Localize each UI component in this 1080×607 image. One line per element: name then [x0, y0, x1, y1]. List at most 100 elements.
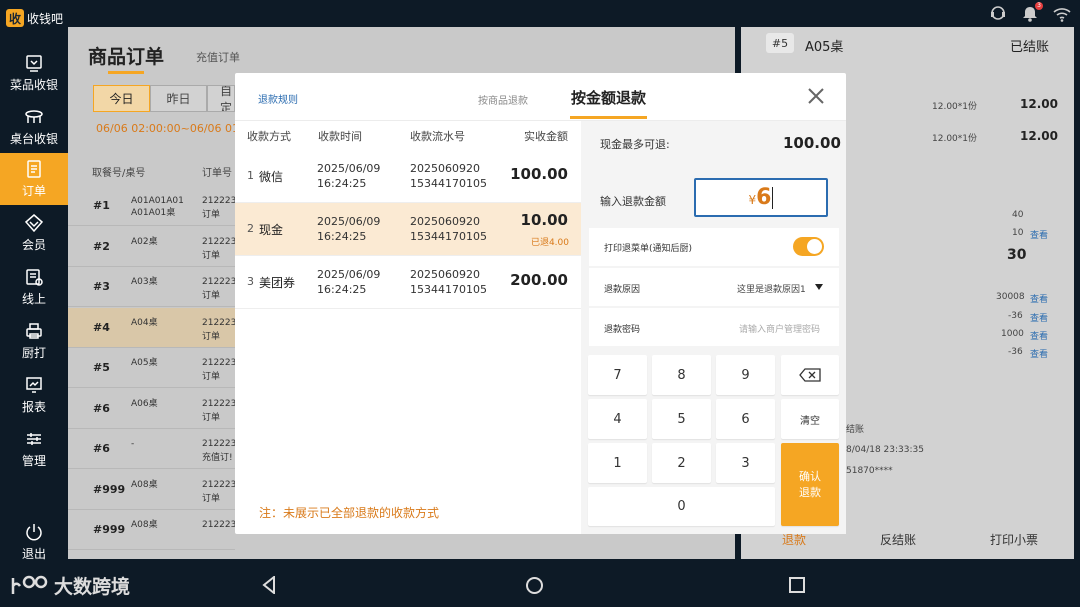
order-row[interactable]: #5 A05桌 212223 订单 [68, 348, 236, 388]
view-link[interactable]: 查看 [1030, 228, 1048, 241]
key-4[interactable]: 4 [588, 399, 647, 439]
sidebar-item-kitchen-print[interactable]: 厨打 [0, 315, 68, 367]
payment-amount: 200.00 [510, 271, 568, 289]
order-row[interactable]: #1 A01A01A01 A01A01桌 212223 订单 [68, 186, 237, 226]
order-id: 212223 订单 [202, 398, 237, 423]
payment-amount: 10.00 [520, 211, 568, 229]
key-0[interactable]: 0 [588, 487, 775, 526]
order-row[interactable]: #2 A02桌 212223 订单 [68, 227, 236, 267]
sidebar-item-online[interactable]: 线上 [0, 261, 68, 313]
view-link[interactable]: 查看 [1030, 347, 1048, 360]
reverse-checkout-button[interactable]: 反结账 [880, 531, 916, 548]
brand-watermark: 大数跨境 [10, 572, 130, 599]
sidebar-item-exit[interactable]: 退出 [0, 516, 68, 568]
payment-row[interactable]: 1 微信 2025/06/09 16:24:25 2025060920 153441… [235, 150, 581, 203]
order-id: 212223 订单 [202, 196, 237, 220]
confirm-refund-button[interactable]: 确认 退款 [781, 443, 839, 526]
order-row[interactable]: #3 A03桌 212223 订单 [68, 267, 236, 307]
recent-apps-icon[interactable] [789, 577, 805, 593]
summary-value: 30008 [996, 292, 1025, 302]
sidebar-label: 菜品收银 [9, 78, 58, 92]
date-range: 06/06 02:00:00~06/06 01 [96, 122, 240, 135]
sidebar-label: 管理 [21, 454, 46, 468]
tab-refund-by-amount[interactable]: 按金额退款 [571, 87, 646, 108]
order-row[interactable]: #999 A08桌 212223 [68, 510, 236, 550]
payment-index: 1 [247, 169, 254, 182]
key-9[interactable]: 9 [716, 355, 775, 395]
order-row[interactable]: #6 - 212223 充值订! [68, 429, 236, 469]
order-row[interactable]: #4 A04桌 212223 订单 [68, 307, 236, 348]
sidebar-label: 退出 [21, 547, 46, 561]
order-table: A03桌 [131, 277, 158, 287]
sidebar-item-member[interactable]: 会员 [0, 207, 68, 259]
member-icon [24, 214, 44, 233]
reason-select[interactable]: 这里是退款原因1 [737, 282, 806, 295]
payment-date: 2025/06/09 [317, 215, 381, 228]
sidebar-item-settings[interactable]: 管理 [0, 423, 68, 475]
assistant-icon[interactable] [988, 4, 1008, 24]
sidebar-label: 厨打 [21, 346, 46, 360]
text-caret [772, 186, 774, 209]
sidebar-label: 会员 [21, 238, 46, 252]
backspace-key[interactable] [781, 355, 839, 395]
key-2[interactable]: 2 [652, 443, 711, 483]
dropdown-arrow-icon[interactable] [815, 284, 823, 290]
order-number: #5 [93, 361, 110, 374]
order-row[interactable]: #999 A08桌 212223 订单 [68, 470, 236, 510]
close-icon[interactable] [806, 86, 826, 106]
payment-row-selected[interactable]: 2 现金 2025/06/09 16:24:25 2025060920 153441… [235, 203, 581, 256]
date-tab-today[interactable]: 今日 [93, 85, 150, 112]
payment-serial: 2025060920 15344170105 [410, 214, 487, 244]
refund-rules-link[interactable]: 退款规则 [258, 91, 298, 106]
payment-row[interactable]: 3 美团券 2025/06/09 16:24:25 2025060920 15344… [235, 256, 581, 309]
tab-refund-by-goods[interactable]: 按商品退款 [478, 92, 528, 107]
tab-recharge-orders[interactable]: 充值订单 [196, 49, 240, 65]
page-title[interactable]: 商品订单 [88, 42, 164, 69]
sidebar-item-report[interactable]: 报表 [0, 369, 68, 421]
clear-key[interactable]: 清空 [781, 399, 839, 439]
view-link[interactable]: 查看 [1030, 311, 1048, 324]
refund-note: 注：未展示已全部退款的收款方式 [259, 506, 440, 520]
key-1[interactable]: 1 [588, 443, 647, 483]
key-7[interactable]: 7 [588, 355, 647, 395]
sidebar-item-cashier[interactable]: 菜品收银 [0, 47, 68, 99]
line-price: 12.00 [1020, 129, 1058, 143]
password-input[interactable]: 请输入商户管理密码 [739, 322, 820, 335]
home-icon[interactable] [526, 577, 543, 594]
summary-total: 30 [1007, 247, 1027, 263]
refund-amount-value: 6 [756, 185, 772, 210]
payment-amount: 100.00 [510, 165, 568, 183]
password-label: 退款密码 [604, 325, 641, 335]
date-tab-yesterday[interactable]: 昨日 [150, 85, 207, 112]
serial-part: 15344170105 [410, 230, 487, 243]
order-table: - [131, 439, 135, 449]
serial-part: 2025060920 [410, 162, 480, 175]
refund-amount-input[interactable]: ¥ 6 [694, 178, 828, 217]
key-6[interactable]: 6 [716, 399, 775, 439]
key-3[interactable]: 3 [716, 443, 775, 483]
brand-logo-icon [11, 575, 48, 594]
date-tab-custom[interactable]: 自定 [207, 85, 235, 112]
sidebar-item-orders[interactable]: 订单 [0, 153, 68, 205]
payment-method: 微信 [259, 170, 284, 184]
print-toggle[interactable] [793, 237, 824, 256]
notification-badge: 3 [1035, 2, 1043, 10]
back-icon[interactable] [262, 576, 276, 594]
detail-table: A05桌 [805, 40, 844, 55]
key-5[interactable]: 5 [652, 399, 711, 439]
view-link[interactable]: 查看 [1030, 329, 1048, 342]
list-header: 取餐号/桌号 订单号 [68, 150, 235, 190]
key-8[interactable]: 8 [652, 355, 711, 395]
print-receipt-button[interactable]: 打印小票 [990, 531, 1038, 548]
detail-status: 已结账 [1010, 40, 1050, 55]
view-link[interactable]: 查看 [1030, 292, 1048, 305]
order-number: #999 [93, 482, 126, 496]
sidebar-label: 报表 [21, 400, 46, 414]
bell-icon[interactable]: 3 [1020, 2, 1043, 24]
payment-serial: 2025060920 15344170105 [410, 267, 487, 297]
summary-value: 10 [1012, 228, 1024, 238]
cart-icon [26, 55, 42, 72]
header-num-table: 取餐号/桌号 [92, 168, 146, 179]
order-row[interactable]: #6 A06桌 212223 订单 [68, 389, 237, 429]
sidebar-item-table[interactable]: 桌台收银 [0, 101, 68, 153]
